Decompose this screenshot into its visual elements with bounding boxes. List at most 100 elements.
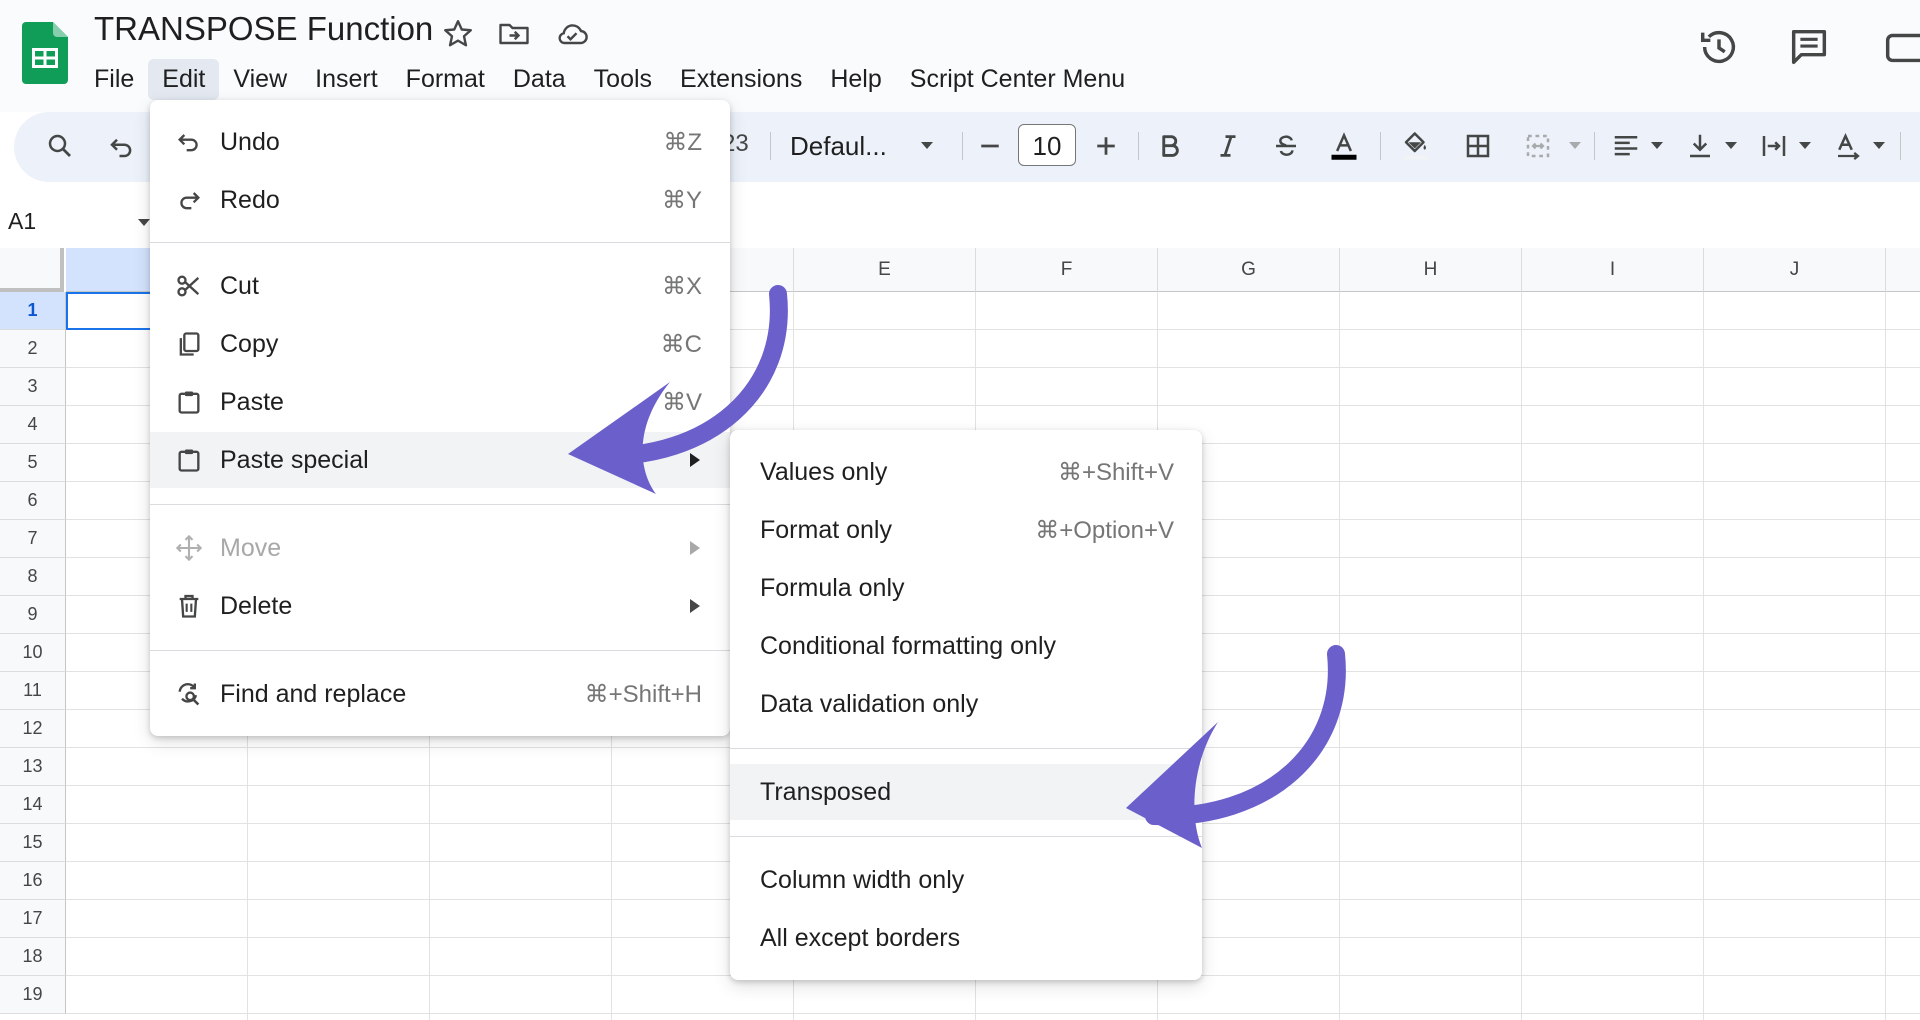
- menu-item-delete[interactable]: Delete: [150, 578, 730, 634]
- row-header-17[interactable]: 17: [0, 900, 66, 938]
- row-header-16[interactable]: 16: [0, 862, 66, 900]
- row-header-14[interactable]: 14: [0, 786, 66, 824]
- star-icon[interactable]: [440, 16, 476, 52]
- row-header-19[interactable]: 19: [0, 976, 66, 1014]
- row-header-11[interactable]: 11: [0, 672, 66, 710]
- row-header-8[interactable]: 8: [0, 558, 66, 596]
- row-header-9[interactable]: 9: [0, 596, 66, 634]
- menu-file[interactable]: File: [80, 59, 148, 100]
- text-rotation-icon[interactable]: [1826, 124, 1870, 168]
- vertical-align-icon[interactable]: [1678, 124, 1722, 168]
- grid-line: [1521, 292, 1522, 1020]
- menu-data[interactable]: Data: [499, 59, 580, 100]
- increase-font-size-icon[interactable]: [1084, 124, 1128, 168]
- wrap-chevron-down-icon[interactable]: [1796, 124, 1814, 168]
- row-header-15[interactable]: 15: [0, 824, 66, 862]
- cloud-saved-icon[interactable]: [554, 16, 590, 52]
- move-to-folder-icon[interactable]: [496, 16, 532, 52]
- fill-color-icon[interactable]: [1394, 124, 1438, 168]
- merge-cells-icon[interactable]: [1516, 124, 1560, 168]
- grid-line: [66, 1013, 1920, 1014]
- text-wrapping-icon[interactable]: [1752, 124, 1796, 168]
- column-header-f[interactable]: F: [976, 248, 1158, 292]
- font-select-chevron-down-icon[interactable]: [918, 124, 936, 168]
- menu-item-values-only[interactable]: Values only ⌘+Shift+V: [730, 444, 1202, 500]
- menu-item-label: Move: [220, 533, 282, 562]
- menu-item-column-width-only[interactable]: Column width only: [730, 852, 1202, 908]
- search-menus-icon[interactable]: [38, 124, 82, 168]
- strikethrough-icon[interactable]: [1264, 124, 1308, 168]
- submenu-arrow-icon: [690, 599, 700, 613]
- menu-insert[interactable]: Insert: [301, 59, 392, 100]
- menu-item-all-except-borders[interactable]: All except borders: [730, 910, 1202, 966]
- menu-extensions[interactable]: Extensions: [666, 59, 816, 100]
- align-chevron-down-icon[interactable]: [1648, 124, 1666, 168]
- column-header-j[interactable]: J: [1704, 248, 1886, 292]
- menu-item-redo[interactable]: Redo ⌘Y: [150, 172, 730, 228]
- menu-item-shortcut: ⌘+Shift+H: [584, 680, 702, 708]
- menu-item-label: Data validation only: [760, 689, 979, 718]
- valign-chevron-down-icon[interactable]: [1722, 124, 1740, 168]
- menu-view[interactable]: View: [219, 59, 301, 100]
- column-header-h[interactable]: H: [1340, 248, 1522, 292]
- scissors-icon: [174, 271, 204, 301]
- merge-chevron-down-icon[interactable]: [1566, 124, 1584, 168]
- menu-item-label: Paste special: [220, 445, 369, 474]
- menu-item-label: Conditional formatting only: [760, 631, 1056, 660]
- name-box[interactable]: A1: [8, 208, 36, 235]
- row-header-4[interactable]: 4: [0, 406, 66, 444]
- menu-item-formula-only[interactable]: Formula only: [730, 560, 1202, 616]
- row-header-5[interactable]: 5: [0, 444, 66, 482]
- copy-icon: [174, 329, 204, 359]
- annotation-arrow-icon: [1126, 645, 1346, 848]
- row-header-10[interactable]: 10: [0, 634, 66, 672]
- submenu-arrow-icon: [690, 541, 700, 555]
- row-header-7[interactable]: 7: [0, 520, 66, 558]
- column-header-g[interactable]: G: [1158, 248, 1340, 292]
- toolbar-divider: [1594, 132, 1595, 160]
- text-color-icon[interactable]: [1322, 124, 1366, 168]
- font-size-input[interactable]: 10: [1018, 124, 1076, 166]
- menu-divider: [150, 650, 730, 651]
- version-history-icon[interactable]: [1696, 24, 1742, 70]
- menu-help[interactable]: Help: [816, 59, 895, 100]
- row-header-13[interactable]: 13: [0, 748, 66, 786]
- row-header-2[interactable]: 2: [0, 330, 66, 368]
- move-icon: [174, 533, 204, 563]
- decrease-font-size-icon[interactable]: [968, 124, 1012, 168]
- horizontal-align-icon[interactable]: [1604, 124, 1648, 168]
- row-header-12[interactable]: 12: [0, 710, 66, 748]
- row-header-18[interactable]: 18: [0, 938, 66, 976]
- meet-icon[interactable]: [1880, 24, 1920, 70]
- column-header-e[interactable]: E: [794, 248, 976, 292]
- menu-item-label: Cut: [220, 271, 259, 300]
- menu-item-label: Undo: [220, 127, 280, 156]
- italic-icon[interactable]: [1206, 124, 1250, 168]
- borders-icon[interactable]: [1456, 124, 1500, 168]
- menu-tools[interactable]: Tools: [580, 59, 666, 100]
- select-all-corner[interactable]: [0, 248, 64, 292]
- rotation-chevron-down-icon[interactable]: [1870, 124, 1888, 168]
- column-header-k[interactable]: [1886, 248, 1920, 292]
- menu-divider: [150, 504, 730, 505]
- menu-item-format-only[interactable]: Format only ⌘+Option+V: [730, 502, 1202, 558]
- row-header-3[interactable]: 3: [0, 368, 66, 406]
- document-title[interactable]: TRANSPOSE Function: [94, 10, 433, 48]
- row-header-1[interactable]: 1: [0, 292, 66, 330]
- menu-format[interactable]: Format: [392, 59, 499, 100]
- menu-item-label: All except borders: [760, 923, 961, 952]
- bold-icon[interactable]: [1148, 124, 1192, 168]
- comments-icon[interactable]: [1786, 24, 1832, 70]
- clipboard-icon: [174, 445, 204, 475]
- toolbar-undo-icon[interactable]: [100, 124, 144, 168]
- menu-item-find-and-replace[interactable]: Find and replace ⌘+Shift+H: [150, 666, 730, 722]
- menu-item-undo[interactable]: Undo ⌘Z: [150, 114, 730, 170]
- column-header-i[interactable]: I: [1522, 248, 1704, 292]
- sheets-logo-icon[interactable]: [22, 22, 68, 84]
- menu-item-label: Find and replace: [220, 679, 407, 708]
- menu-item-label: Formula only: [760, 573, 905, 602]
- menu-script-center[interactable]: Script Center Menu: [896, 59, 1139, 100]
- row-header-6[interactable]: 6: [0, 482, 66, 520]
- menu-edit[interactable]: Edit: [148, 58, 220, 100]
- toolbar-divider: [1138, 132, 1139, 160]
